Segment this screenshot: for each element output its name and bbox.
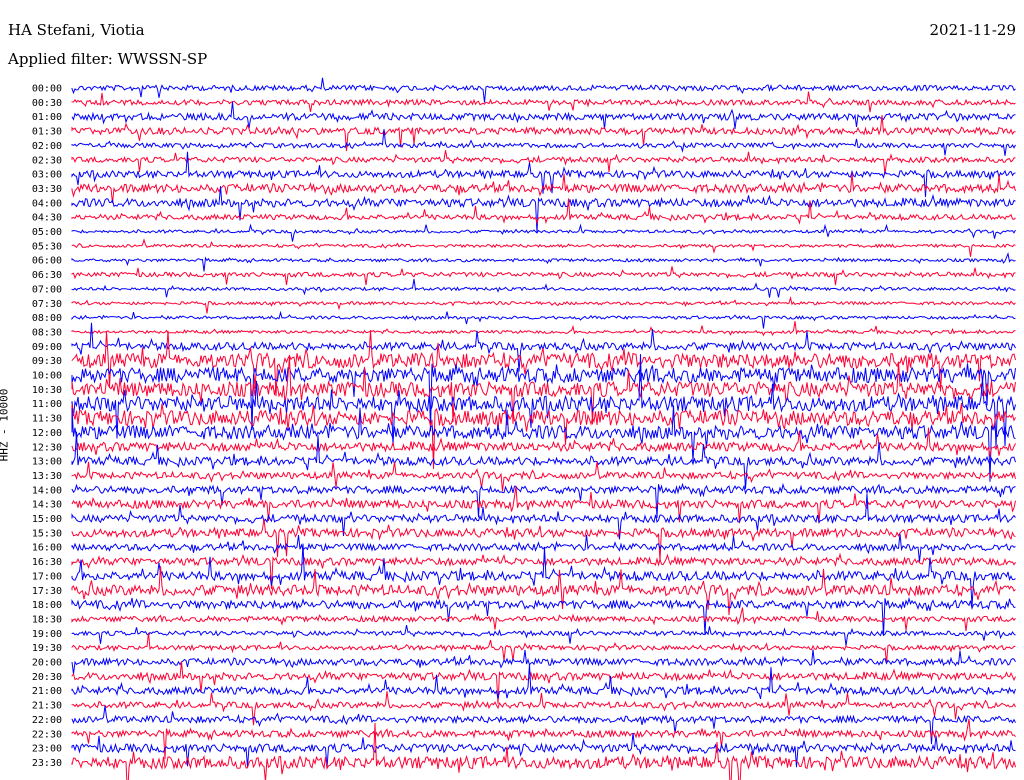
trace-line	[71, 77, 1016, 103]
row-label: 17:00	[32, 571, 62, 582]
row-label: 23:30	[32, 758, 62, 769]
row-label: 00:30	[32, 98, 62, 109]
trace-line	[71, 278, 1016, 298]
trace-line	[71, 624, 1016, 646]
row-label: 17:30	[32, 586, 62, 597]
row-label: 05:00	[32, 227, 62, 238]
row-label: 19:00	[32, 629, 62, 640]
trace-line	[71, 150, 1016, 175]
row-label: 03:00	[32, 170, 62, 181]
trace-line	[71, 632, 1016, 663]
trace-line	[71, 733, 1016, 768]
row-label: 03:30	[32, 184, 62, 195]
row-label: 20:30	[32, 672, 62, 683]
row-label: 11:00	[32, 399, 62, 410]
row-label: 18:30	[32, 614, 62, 625]
trace-line	[71, 661, 1016, 704]
trace-line	[71, 223, 1016, 242]
row-label: 18:00	[32, 600, 62, 611]
row-label: 11:30	[32, 414, 62, 425]
row-label: 22:00	[32, 715, 62, 726]
trace-line	[71, 431, 1016, 489]
row-label: 12:00	[32, 428, 62, 439]
row-label: 12:30	[32, 442, 62, 453]
row-label: 07:00	[32, 284, 62, 295]
row-label: 06:00	[32, 256, 62, 267]
trace-line	[71, 101, 1016, 130]
row-label: 02:30	[32, 155, 62, 166]
row-label: 13:30	[32, 471, 62, 482]
trace-line	[71, 238, 1016, 257]
row-label: 00:00	[32, 84, 62, 95]
row-label: 09:00	[32, 342, 62, 353]
row-label: 14:00	[32, 485, 62, 496]
row-label: 22:30	[32, 729, 62, 740]
trace-line	[71, 330, 1016, 397]
trace-line	[71, 718, 1016, 760]
row-label: 07:30	[32, 299, 62, 310]
row-label: 08:30	[32, 327, 62, 338]
trace-line	[71, 607, 1016, 632]
row-label: 04:00	[32, 198, 62, 209]
row-label: 06:30	[32, 270, 62, 281]
row-label: 19:30	[32, 643, 62, 654]
trace-line	[71, 186, 1016, 233]
row-label: 23:00	[32, 744, 62, 755]
row-label: 20:00	[32, 658, 62, 669]
row-label: 21:30	[32, 701, 62, 712]
row-label: 16:00	[32, 543, 62, 554]
trace-line	[71, 91, 1016, 113]
seismogram-plot: 00:00 00:30 01:00 01:30 02:00 02:30 03:00 03:30…	[32, 77, 1016, 780]
row-label: 08:00	[32, 313, 62, 324]
trace-line	[71, 705, 1016, 745]
row-label: 05:30	[32, 241, 62, 252]
row-label: 13:00	[32, 457, 62, 468]
row-label: 09:30	[32, 356, 62, 367]
row-label: 21:00	[32, 686, 62, 697]
row-label: 15:00	[32, 514, 62, 525]
row-label: 10:00	[32, 371, 62, 382]
trace-line	[71, 321, 1016, 337]
row-label: 16:30	[32, 557, 62, 568]
trace-line	[71, 129, 1016, 156]
trace-line	[71, 266, 1016, 286]
trace-line	[71, 310, 1016, 329]
row-label: 04:30	[32, 213, 62, 224]
row-label: 02:00	[32, 141, 62, 152]
trace-line	[71, 543, 1016, 607]
row-label: 15:30	[32, 528, 62, 539]
trace-line	[71, 596, 1016, 636]
trace-line	[71, 295, 1016, 314]
row-label: 10:30	[32, 385, 62, 396]
row-label: 01:00	[32, 112, 62, 123]
trace-line	[71, 649, 1016, 675]
row-label: 01:30	[32, 127, 62, 138]
row-label: 14:30	[32, 500, 62, 511]
trace-line	[71, 251, 1016, 272]
